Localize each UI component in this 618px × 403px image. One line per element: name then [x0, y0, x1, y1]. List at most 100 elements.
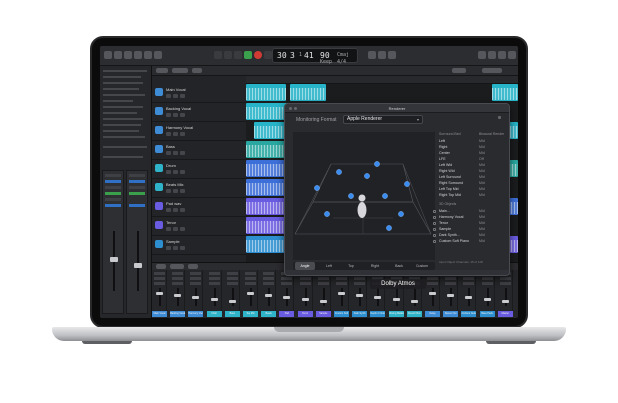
volume-fader[interactable] — [192, 296, 200, 299]
speaker-right-rear[interactable] — [386, 225, 392, 231]
volume-fader[interactable] — [392, 298, 400, 301]
channel-name[interactable]: Harmony Vocal — [188, 311, 204, 317]
channel-name[interactable]: Pad — [279, 311, 295, 317]
library-button[interactable] — [104, 51, 112, 59]
stop-button[interactable] — [234, 51, 242, 59]
eq-slot[interactable] — [245, 272, 256, 275]
eq-slot[interactable] — [208, 272, 220, 275]
close-icon[interactable] — [289, 107, 292, 110]
object-checkbox[interactable] — [433, 222, 436, 225]
solo-button[interactable] — [173, 151, 178, 155]
volume-fader[interactable] — [283, 296, 291, 299]
channel-name[interactable]: Master — [497, 311, 513, 317]
volume-fader[interactable] — [134, 263, 142, 268]
eq-slot[interactable] — [190, 272, 202, 275]
plugin-slot[interactable] — [299, 277, 311, 280]
region-setting[interactable] — [103, 106, 143, 108]
eq-slot[interactable] — [154, 272, 165, 275]
bed-channel-mode[interactable]: Mid — [479, 139, 485, 143]
setting-slot[interactable] — [129, 174, 145, 177]
track-header[interactable]: Bass — [152, 141, 246, 160]
solo-button[interactable] — [173, 208, 178, 212]
plugin-slot[interactable] — [208, 277, 220, 280]
tuner-button[interactable] — [368, 51, 376, 59]
object-checkbox[interactable] — [433, 216, 436, 219]
volume-fader[interactable] — [265, 294, 273, 297]
mixer-options-menu[interactable] — [170, 264, 184, 269]
channel-name[interactable]: Sample — [315, 311, 331, 317]
monitoring-format-select[interactable]: Apple Renderer ▾ — [343, 115, 423, 124]
timeline-ruler[interactable] — [246, 76, 518, 84]
loop-browser-button[interactable] — [498, 51, 506, 59]
channel-name[interactable]: Custom Soft — [334, 311, 349, 317]
view-tab-right[interactable]: Right — [365, 262, 385, 270]
cycle-button[interactable] — [264, 51, 272, 59]
view-menu[interactable] — [192, 68, 202, 73]
speaker-right[interactable] — [404, 181, 410, 187]
send-slot[interactable] — [105, 198, 121, 201]
send-slot[interactable] — [281, 282, 293, 285]
plugin-slot[interactable] — [463, 277, 475, 280]
send-slot[interactable] — [445, 282, 457, 285]
channel-name[interactable]: Dark Synth — [352, 311, 368, 317]
object-mode[interactable]: Mid — [479, 227, 485, 231]
send-slot[interactable] — [481, 282, 493, 285]
track-header[interactable]: Harmony Vocal — [152, 122, 246, 141]
volume-fader[interactable] — [319, 300, 327, 303]
bed-channel-mode[interactable]: Mid — [479, 181, 485, 185]
channel-name[interactable]: Backing Vocal — [170, 311, 186, 317]
region-setting[interactable] — [103, 136, 145, 138]
forward-button[interactable] — [224, 51, 232, 59]
region-setting[interactable] — [103, 130, 139, 132]
channel-name[interactable]: Depth of Voices — [370, 311, 386, 317]
object-mode[interactable]: Mid — [479, 233, 485, 237]
region-header[interactable] — [103, 70, 147, 72]
send-slot[interactable] — [463, 282, 475, 285]
channel-name[interactable]: Main Vocal — [152, 311, 167, 317]
bed-channel-mode[interactable]: Mid — [479, 151, 485, 155]
list-view-icon[interactable] — [498, 116, 501, 119]
send-slot[interactable] — [190, 282, 202, 285]
region-setting[interactable] — [103, 88, 139, 90]
plugin-slot[interactable] — [336, 277, 347, 280]
lcd-display[interactable]: 30 3 1 41 90 Keep Cmaj 4/4 — [272, 48, 358, 65]
region-setting[interactable] — [103, 112, 137, 114]
plugin-slot[interactable] — [499, 277, 511, 280]
input-slot[interactable] — [105, 186, 121, 189]
eq-slot[interactable] — [172, 272, 184, 275]
speaker-left[interactable] — [314, 185, 320, 191]
bed-channel-mode[interactable]: Mid — [479, 193, 485, 197]
mixer-button[interactable] — [154, 51, 162, 59]
channel-name[interactable]: Tee Mix — [243, 311, 258, 317]
speaker-center[interactable] — [374, 161, 380, 167]
smart-controls-button[interactable] — [144, 51, 152, 59]
region-setting[interactable] — [103, 100, 133, 102]
plugin-slot[interactable] — [481, 277, 493, 280]
mute-button[interactable] — [166, 208, 171, 212]
channel-name[interactable]: Ambient Guitar — [461, 311, 477, 317]
record-button[interactable] — [254, 51, 262, 59]
mute-button[interactable] — [166, 170, 171, 174]
mute-button[interactable] — [166, 132, 171, 136]
bed-channel-mode[interactable]: Mid — [479, 175, 485, 179]
speaker-right-surround[interactable] — [398, 211, 404, 217]
volume-fader[interactable] — [447, 294, 455, 297]
object-checkbox[interactable] — [433, 228, 436, 231]
solo-button[interactable] — [173, 189, 178, 193]
view-tab-top[interactable]: Top — [341, 262, 361, 270]
channel-name[interactable]: Choir — [206, 311, 222, 317]
channel-name[interactable]: Reverb Bus — [406, 311, 422, 317]
region-setting[interactable] — [103, 118, 143, 120]
record-enable-button[interactable] — [180, 246, 185, 250]
plugin-slot[interactable] — [154, 277, 165, 280]
browser-button[interactable] — [508, 51, 516, 59]
volume-fader[interactable] — [228, 300, 236, 303]
solo-button[interactable] — [173, 246, 178, 250]
bed-channel-mode[interactable]: Off — [479, 157, 484, 161]
object-checkbox[interactable] — [433, 210, 436, 213]
plugin-slot[interactable] — [317, 277, 329, 280]
record-enable-button[interactable] — [180, 170, 185, 174]
region-setting[interactable] — [103, 82, 143, 84]
volume-fader[interactable] — [301, 298, 309, 301]
channel-name[interactable]: Stereo Out — [443, 311, 459, 317]
